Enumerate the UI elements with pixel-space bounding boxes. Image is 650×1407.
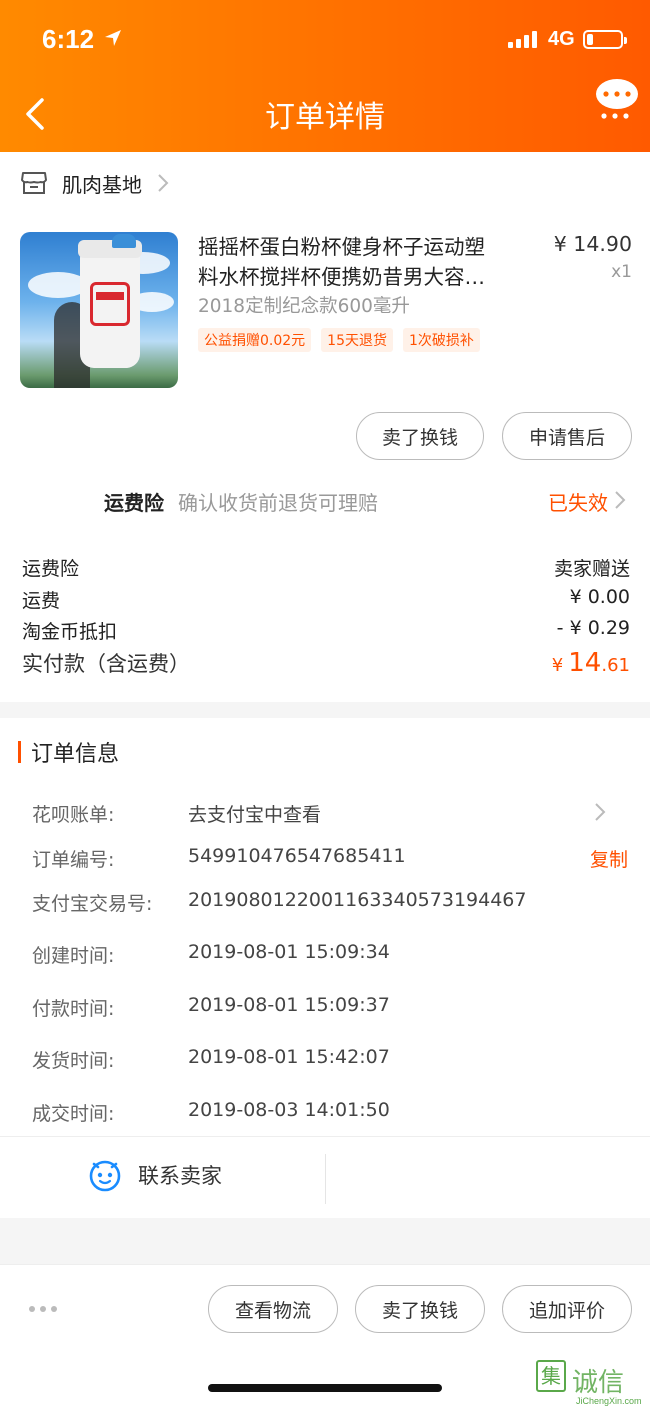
info-value: 2019-08-01 15:42:07 bbox=[188, 1046, 390, 1068]
info-value: 去支付宝中查看 bbox=[188, 804, 322, 826]
store-icon bbox=[21, 172, 47, 194]
chat-face-icon bbox=[89, 1160, 121, 1192]
info-label: 支付宝交易号: bbox=[32, 893, 153, 915]
network-type: 4G bbox=[548, 28, 575, 50]
battery-icon bbox=[583, 30, 627, 49]
sell-item-button[interactable]: 卖了换钱 bbox=[356, 412, 484, 460]
paid-time-row: 付款时间: 2019-08-01 15:09:37 bbox=[32, 994, 632, 1021]
product-title-line2: 料水杯搅拌杯便携奶昔男大容… bbox=[198, 265, 485, 289]
message-more-icon[interactable] bbox=[594, 76, 640, 122]
section-accent-bar bbox=[18, 741, 21, 763]
shop-name: 肌肉基地 bbox=[62, 172, 142, 197]
product-title[interactable]: 摇摇杯蛋白粉杯健身杯子运动塑 料水杯搅拌杯便携奶昔男大容… bbox=[198, 232, 524, 292]
location-arrow-icon bbox=[105, 30, 121, 46]
completed-time-row: 成交时间: 2019-08-03 14:01:50 bbox=[32, 1099, 632, 1126]
add-review-button[interactable]: 追加评价 bbox=[502, 1285, 632, 1333]
fee-value: ¥ 0.00 bbox=[569, 586, 630, 608]
info-label: 付款时间: bbox=[32, 998, 115, 1020]
fee-row-coin-discount: 淘金币抵扣 - ¥ 0.29 bbox=[22, 617, 630, 644]
home-indicator[interactable] bbox=[208, 1384, 442, 1392]
info-value: 2019-08-01 15:09:34 bbox=[188, 941, 390, 963]
total-integer: 14 bbox=[568, 648, 602, 678]
status-time: 6:12 bbox=[42, 24, 95, 54]
total-amount: ¥ 14.61 bbox=[552, 648, 630, 678]
tag-damage: 1次破损补 bbox=[403, 328, 480, 352]
product-spec: 2018定制纪念款600毫升 bbox=[198, 296, 410, 317]
total-paid-row: 实付款（含运费） ¥ 14.61 bbox=[22, 648, 630, 678]
info-label: 花呗账单: bbox=[32, 804, 115, 826]
info-value: 2019-08-01 15:09:37 bbox=[188, 994, 390, 1016]
more-options-icon[interactable] bbox=[28, 1305, 58, 1313]
watermark-url: JiChengXin.com bbox=[576, 1396, 642, 1406]
insurance-label: 运费险 bbox=[104, 490, 164, 515]
total-label: 实付款（含运费） bbox=[22, 652, 190, 676]
product-price: ¥ 14.90 bbox=[553, 232, 632, 256]
info-label: 订单编号: bbox=[32, 849, 115, 871]
view-logistics-button[interactable]: 查看物流 bbox=[208, 1285, 338, 1333]
alipay-number-row: 支付宝交易号: 2019080122001163340573194467 bbox=[32, 889, 632, 916]
shop-link[interactable]: 肌肉基地 bbox=[20, 168, 170, 198]
insurance-status: 已失效 bbox=[548, 490, 608, 515]
info-label: 创建时间: bbox=[32, 945, 115, 967]
tag-donation: 公益捐赠0.02元 bbox=[198, 328, 312, 352]
shipping-insurance-row[interactable]: 运费险 确认收货前退货可理赔 已失效 bbox=[104, 486, 634, 516]
fee-value: - ¥ 0.29 bbox=[556, 617, 630, 639]
chevron-right-icon bbox=[158, 174, 169, 192]
order-number: 549910476547685411 bbox=[188, 845, 406, 867]
order-info-title: 订单信息 bbox=[18, 738, 120, 767]
divider bbox=[325, 1154, 326, 1204]
contact-seller-label: 联系卖家 bbox=[138, 1164, 222, 1188]
service-tags: 公益捐赠0.02元 15天退货 1次破损补 bbox=[198, 328, 480, 352]
watermark-logo-box: 集 bbox=[536, 1360, 566, 1392]
insurance-desc: 确认收货前退货可理赔 bbox=[178, 490, 378, 515]
fee-value: 卖家赠送 bbox=[553, 558, 630, 580]
section-title-text: 订单信息 bbox=[31, 742, 120, 767]
fee-label: 淘金币抵扣 bbox=[22, 621, 118, 643]
shipped-time-row: 发货时间: 2019-08-01 15:42:07 bbox=[32, 1046, 632, 1073]
info-value: 2019080122001163340573194467 bbox=[188, 889, 527, 911]
fee-label: 运费 bbox=[22, 590, 61, 612]
info-label: 发货时间: bbox=[32, 1050, 115, 1072]
order-number-row: 订单编号: 549910476547685411 bbox=[32, 845, 632, 872]
status-bar: 6:12 4G bbox=[0, 0, 650, 80]
chevron-right-icon bbox=[595, 803, 606, 821]
huabei-row[interactable]: 花呗账单: 去支付宝中查看 bbox=[32, 800, 632, 827]
created-time-row: 创建时间: 2019-08-01 15:09:34 bbox=[32, 941, 632, 968]
product-title-line1: 摇摇杯蛋白粉杯健身杯子运动塑 bbox=[198, 235, 485, 259]
copy-order-number-button[interactable]: 复制 bbox=[590, 845, 628, 872]
product-quantity: x1 bbox=[611, 262, 632, 282]
contact-seller-button[interactable]: 联系卖家 bbox=[88, 1158, 222, 1192]
order-item-card: 肌肉基地 摇摇杯蛋白粉杯健身杯子运动塑 料水杯搅拌杯便携奶昔男大容… ¥ 14.… bbox=[0, 152, 650, 702]
divider bbox=[0, 1136, 650, 1137]
signal-icon bbox=[508, 30, 540, 48]
fee-label: 运费险 bbox=[22, 558, 80, 580]
chevron-right-icon bbox=[615, 491, 626, 509]
order-info-card: 订单信息 花呗账单: 去支付宝中查看 订单编号: 549910476547685… bbox=[0, 718, 650, 1218]
page-title: 订单详情 bbox=[265, 100, 385, 135]
fee-row-insurance: 运费险 卖家赠送 bbox=[22, 554, 630, 581]
total-decimal: .61 bbox=[601, 655, 630, 676]
tag-return: 15天退货 bbox=[321, 328, 393, 352]
info-label: 成交时间: bbox=[32, 1103, 115, 1125]
sell-for-cash-button[interactable]: 卖了换钱 bbox=[355, 1285, 485, 1333]
product-image[interactable] bbox=[20, 232, 178, 388]
apply-aftersale-button[interactable]: 申请售后 bbox=[502, 412, 632, 460]
info-value: 2019-08-03 14:01:50 bbox=[188, 1099, 390, 1121]
fee-row-shipping: 运费 ¥ 0.00 bbox=[22, 586, 630, 613]
currency-symbol: ¥ bbox=[551, 655, 564, 676]
header: 6:12 4G 订单详情 bbox=[0, 0, 650, 152]
watermark-text: 诚信 bbox=[572, 1368, 625, 1398]
